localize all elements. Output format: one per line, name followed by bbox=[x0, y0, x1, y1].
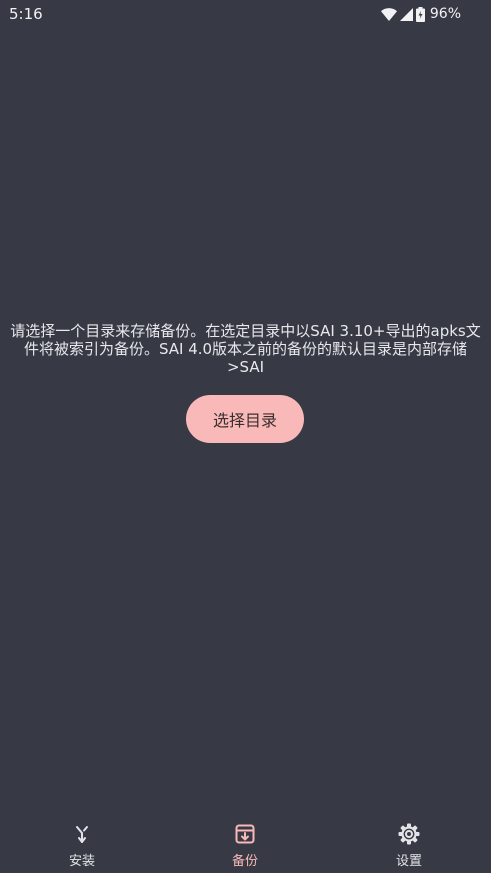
backup-icon bbox=[233, 822, 257, 846]
nav-item-install[interactable]: 安装 bbox=[42, 822, 122, 870]
battery-icon bbox=[415, 6, 425, 22]
status-time: 5:16 bbox=[9, 5, 43, 23]
nav-item-settings[interactable]: 设置 bbox=[369, 822, 449, 870]
nav-label-backup: 备份 bbox=[231, 854, 258, 869]
app-screen: 5:16 96% 请选择一个目录来存储备份。在选定目录中以SAI 3.10+导出… bbox=[0, 0, 491, 873]
wifi-icon bbox=[380, 7, 397, 21]
status-bar: 5:16 96% bbox=[0, 0, 491, 28]
nav-label-settings: 设置 bbox=[395, 854, 422, 869]
gear-icon bbox=[397, 822, 421, 846]
choose-directory-button[interactable]: 选择目录 bbox=[186, 395, 304, 443]
cell-signal-icon bbox=[399, 7, 413, 21]
status-icons: 96% bbox=[380, 5, 461, 23]
install-icon bbox=[70, 822, 94, 846]
battery-percent: 96% bbox=[429, 6, 461, 22]
nav-item-backup[interactable]: 备份 bbox=[205, 822, 285, 870]
bottom-navigation: 安装 备份 设置 bbox=[0, 812, 491, 873]
backup-dir-message: 请选择一个目录来存储备份。在选定目录中以SAI 3.10+导出的apks文件将被… bbox=[10, 322, 481, 376]
nav-label-install: 安装 bbox=[68, 854, 95, 869]
